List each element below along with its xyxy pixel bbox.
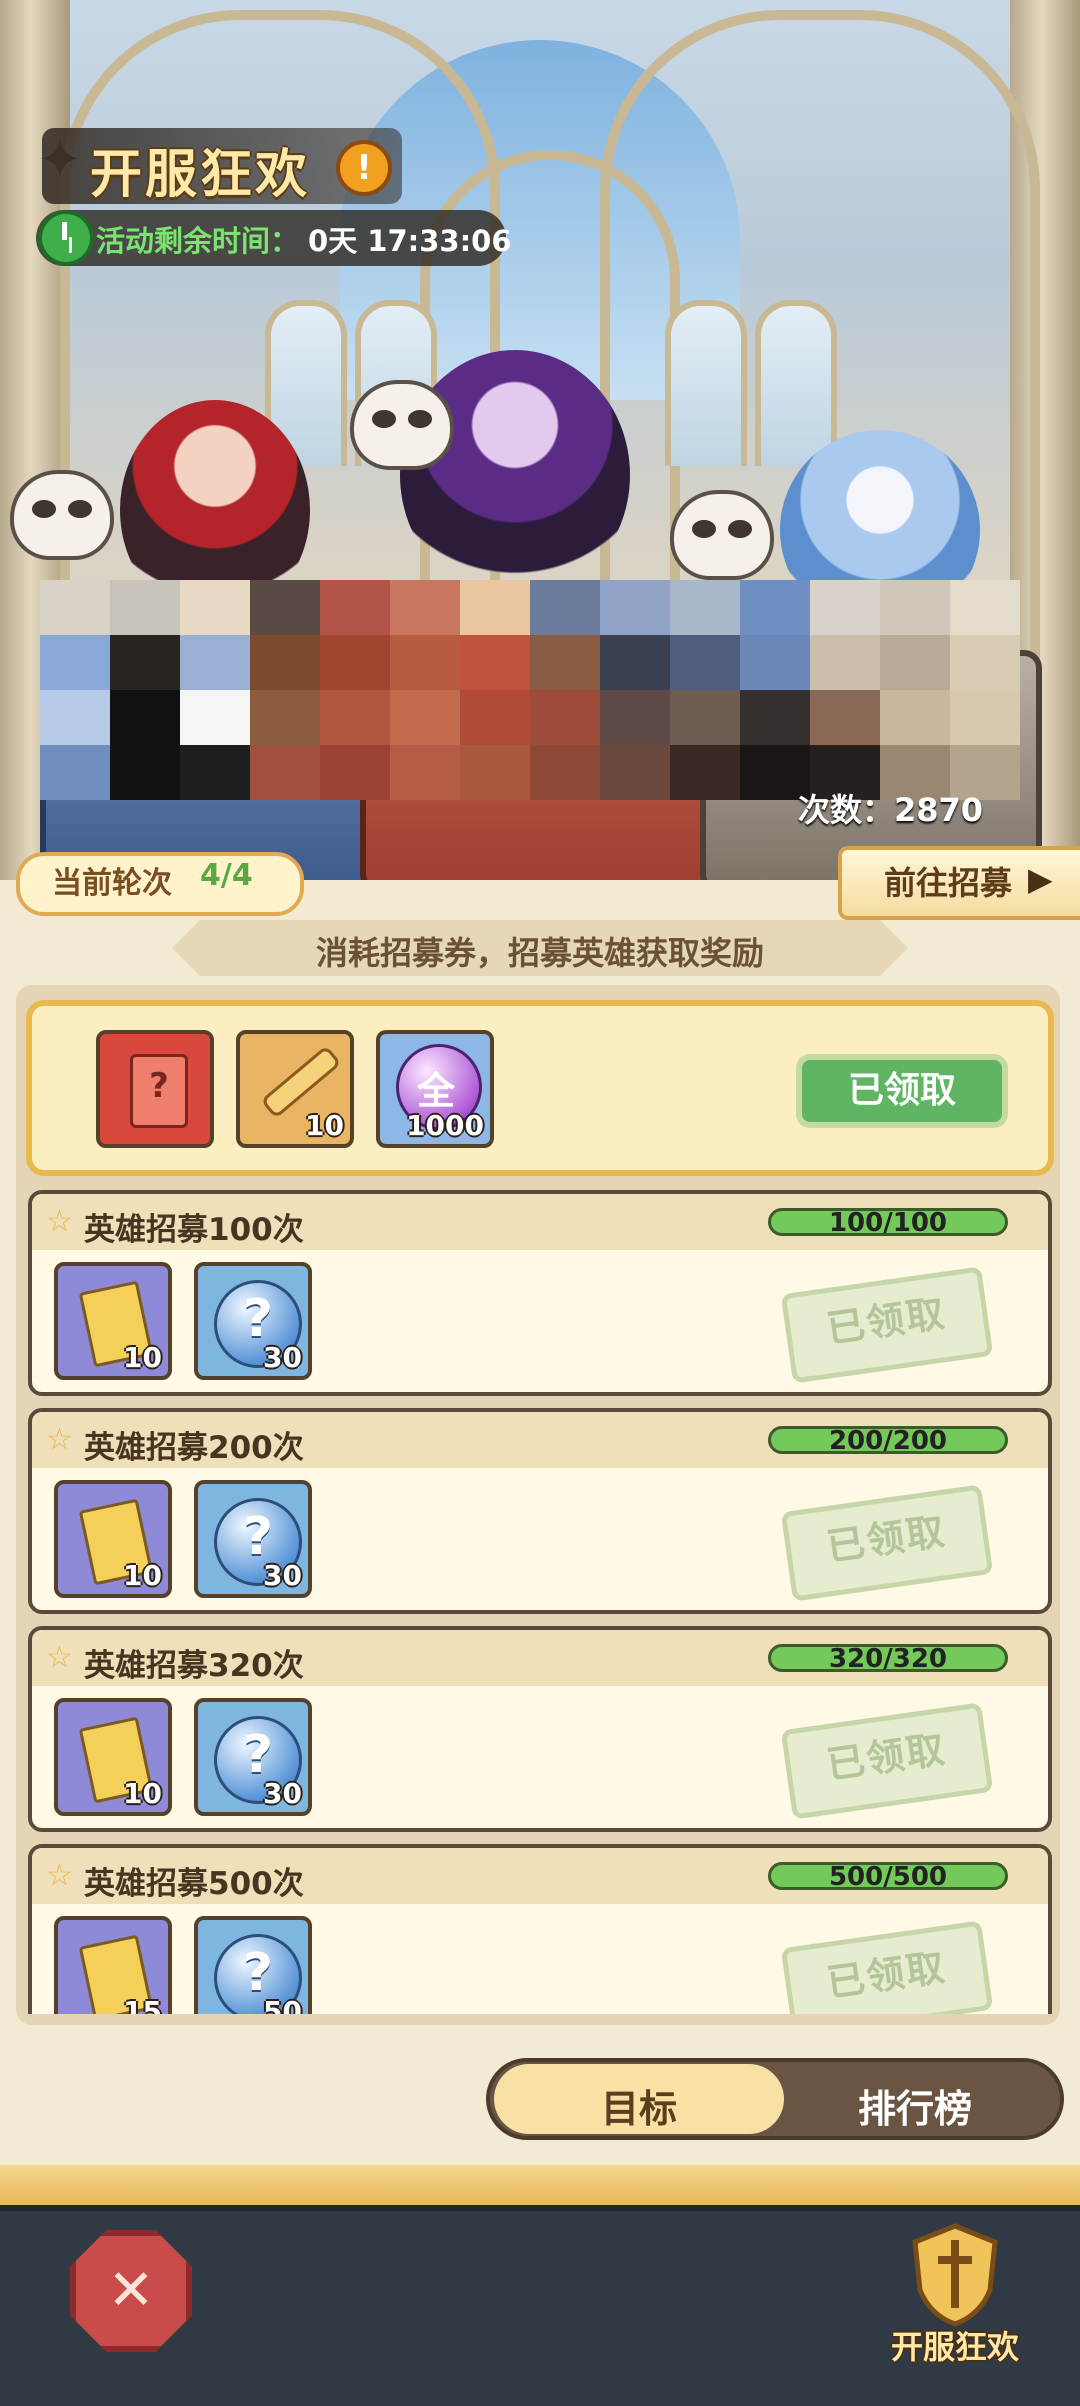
task-progress-bar: 200/200: [768, 1426, 1008, 1456]
claimed-stamp: 已领取: [780, 1920, 994, 2014]
star-icon: ☆: [46, 1422, 73, 1457]
grand-reward-claimed-badge: 已领取: [802, 1060, 1002, 1122]
task-header: ☆ 英雄招募200次 200/200: [32, 1412, 1048, 1468]
reward-mystery-orb[interactable]: 50: [194, 1916, 312, 2014]
task-progress-bar: 320/320: [768, 1644, 1008, 1674]
reward-recruit-ticket[interactable]: 10: [54, 1698, 172, 1816]
subtitle-text: 消耗招募券，招募英雄获取奖励: [315, 934, 764, 972]
star-icon: ✦: [37, 128, 83, 191]
reward-mystery-card[interactable]: ?: [96, 1030, 214, 1148]
event-shortcut-label[interactable]: 开服狂欢: [880, 2322, 1030, 2368]
reward-recruit-ticket[interactable]: 10: [54, 1480, 172, 1598]
task-header: ☆ 英雄招募500次 500/500: [32, 1848, 1048, 1904]
window: [665, 300, 747, 466]
window: [755, 300, 837, 466]
reward-qty: 50: [263, 1995, 302, 2014]
grand-reward-card: ? 10 全 1000 已领取: [26, 1000, 1054, 1176]
goto-recruit-label[interactable]: 前往招募: [884, 858, 1012, 904]
reward-mystery-orb[interactable]: 30: [194, 1262, 312, 1380]
reward-key[interactable]: 10: [236, 1030, 354, 1148]
task-header: ☆ 英雄招募100次 100/100: [32, 1194, 1048, 1250]
reward-qty: 30: [263, 1341, 302, 1374]
timer-value: 0天 17:33:06: [308, 224, 512, 258]
task-card: ☆ 英雄招募320次 320/320 10 30 已领取: [28, 1626, 1052, 1832]
task-progress-text: 200/200: [828, 1426, 948, 1456]
task-card: ☆ 英雄招募100次 100/100 10 30 已领取: [28, 1190, 1052, 1396]
claimed-stamp: 已领取: [780, 1702, 994, 1820]
reward-qty: 10: [305, 1109, 344, 1142]
reward-qty: 10: [123, 1559, 162, 1592]
reward-all-orb[interactable]: 全 1000: [376, 1030, 494, 1148]
close-swords-icon[interactable]: ✕: [70, 2230, 192, 2352]
star-icon: ☆: [46, 1858, 73, 1893]
reward-recruit-ticket[interactable]: 10: [54, 1262, 172, 1380]
claimed-stamp: 已领取: [780, 1484, 994, 1602]
clock-icon: [38, 210, 94, 266]
info-icon[interactable]: !: [336, 140, 392, 196]
event-shield-icon[interactable]: [900, 2220, 1010, 2330]
panda-mascot: [670, 490, 774, 580]
task-progress-bar: 500/500: [768, 1862, 1008, 1892]
claimed-stamp: 已领取: [780, 1266, 994, 1384]
tab-target-label[interactable]: 目标: [494, 2078, 784, 2133]
recruit-count-label: 次数：2870: [798, 791, 984, 829]
reward-recruit-ticket[interactable]: 15: [54, 1916, 172, 2014]
claimed-label: 已领取: [823, 1944, 949, 2006]
mystery-card-icon: ?: [149, 1066, 169, 1106]
reward-qty: 30: [263, 1777, 302, 1810]
task-card: ☆ 英雄招募500次 500/500 15 50 已领取: [28, 1844, 1052, 2014]
claimed-label: 已领取: [823, 1726, 949, 1788]
all-orb-icon: 全: [416, 1069, 455, 1113]
task-title: 英雄招募100次: [84, 1212, 304, 1248]
task-title: 英雄招募200次: [84, 1430, 304, 1466]
claimed-label: 已领取: [847, 1070, 956, 1111]
star-icon: ☆: [46, 1204, 73, 1239]
task-card: ☆ 英雄招募200次 200/200 10 30 已领取: [28, 1408, 1052, 1614]
key-icon: [260, 1045, 342, 1119]
reward-qty: 10: [123, 1777, 162, 1810]
reward-qty: 30: [263, 1559, 302, 1592]
round-label: 当前轮次: [52, 866, 172, 901]
task-title: 英雄招募320次: [84, 1648, 304, 1684]
tab-ranking[interactable]: 排行榜: [780, 2078, 1050, 2133]
reward-mystery-orb[interactable]: 30: [194, 1480, 312, 1598]
bottom-trim: [0, 2165, 1080, 2205]
panda-mascot: [10, 470, 114, 560]
event-title: 开服狂欢: [90, 145, 311, 205]
claimed-label: 已领取: [823, 1290, 949, 1352]
pixelated-area: [40, 580, 1020, 800]
task-progress-text: 500/500: [828, 1862, 948, 1892]
task-header: ☆ 英雄招募320次 320/320: [32, 1630, 1048, 1686]
task-title: 英雄招募500次: [84, 1866, 304, 1902]
star-icon: ☆: [46, 1640, 73, 1675]
timer-label: 活动剩余时间：: [96, 224, 300, 258]
task-progress-text: 320/320: [828, 1644, 948, 1674]
task-progress-bar: 100/100: [768, 1208, 1008, 1238]
reward-mystery-orb[interactable]: 30: [194, 1698, 312, 1816]
claimed-label: 已领取: [823, 1508, 949, 1570]
hero-purple-demon: [400, 350, 630, 600]
panda-mascot: [350, 380, 454, 470]
round-value: 4/4: [200, 858, 253, 893]
play-arrow-icon[interactable]: ▶: [1028, 860, 1053, 898]
reward-qty: 1000: [406, 1109, 484, 1142]
reward-qty: 15: [123, 1995, 162, 2014]
reward-qty: 10: [123, 1341, 162, 1374]
task-progress-text: 100/100: [828, 1208, 948, 1238]
